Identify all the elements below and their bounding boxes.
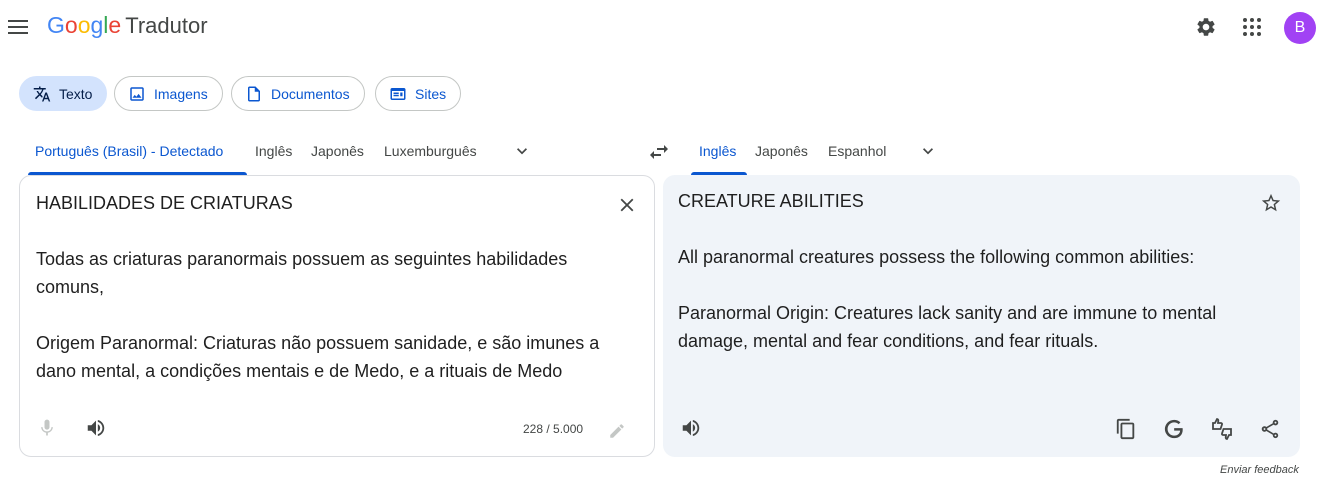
target-lang-tab[interactable]: Espanhol	[828, 143, 886, 159]
speaker-icon	[87, 419, 105, 437]
google-search-button[interactable]	[1161, 416, 1187, 442]
mode-images-label: Imagens	[154, 85, 208, 102]
apps-grid-icon	[1243, 18, 1261, 36]
thumbs-up-down-icon	[1212, 418, 1232, 440]
menu-icon-bar	[8, 32, 28, 34]
share-icon	[1261, 419, 1279, 439]
settings-button[interactable]	[1193, 14, 1219, 40]
mode-text-label: Texto	[59, 85, 93, 102]
listen-translation-button[interactable]	[678, 415, 704, 441]
mode-documents-button[interactable]: Documentos	[231, 76, 365, 111]
microphone-icon	[41, 419, 53, 436]
target-lang-tab[interactable]: Japonês	[755, 143, 808, 159]
translation-panel: CREATURE ABILITIES All paranormal creatu…	[663, 175, 1300, 457]
mode-sites-button[interactable]: Sites	[375, 76, 462, 111]
account-avatar[interactable]: B	[1284, 12, 1316, 44]
copy-icon	[1116, 418, 1135, 440]
mode-documents-label: Documentos	[271, 85, 350, 102]
website-icon	[390, 87, 406, 100]
google-wordmark: Google	[47, 12, 121, 39]
chevron-down-icon[interactable]	[512, 141, 532, 161]
target-lang-tab-selected[interactable]: Inglês	[699, 143, 736, 159]
document-icon	[248, 86, 260, 101]
source-lang-tab[interactable]: Luxemburguês	[384, 143, 477, 159]
share-translation-button[interactable]	[1257, 416, 1283, 442]
star-icon	[1261, 193, 1281, 212]
source-text-input[interactable]: HABILIDADES DE CRIATURAS Todas as criatu…	[36, 189, 606, 385]
logo-letter: o	[64, 12, 78, 38]
source-lang-tab[interactable]: Inglês	[255, 143, 292, 159]
logo-letter: e	[108, 12, 122, 38]
voice-input-button[interactable]	[34, 415, 60, 441]
source-text-panel: HABILIDADES DE CRIATURAS Todas as criatu…	[19, 175, 655, 457]
listen-source-button[interactable]	[83, 415, 109, 441]
apps-button[interactable]	[1239, 14, 1265, 40]
main-menu-button[interactable]	[8, 16, 30, 38]
send-feedback-link[interactable]: Enviar feedback	[1220, 464, 1299, 476]
copy-translation-button[interactable]	[1113, 416, 1139, 442]
source-lang-detected-tab[interactable]: Português (Brasil) - Detectado	[35, 143, 223, 159]
logo-letter: G	[47, 12, 65, 38]
clear-text-button[interactable]	[614, 192, 640, 218]
rate-translation-button[interactable]	[1209, 416, 1235, 442]
mode-text-button[interactable]: Texto	[19, 76, 108, 111]
mode-images-button[interactable]: Imagens	[114, 76, 223, 111]
source-lang-tab[interactable]: Japonês	[311, 143, 364, 159]
swap-languages-icon[interactable]	[646, 140, 672, 164]
logo-letter: o	[77, 12, 91, 38]
google-translate-logo[interactable]: Google Tradutor	[47, 12, 208, 39]
speaker-icon	[682, 419, 700, 437]
translation-text: CREATURE ABILITIES All paranormal creatu…	[678, 191, 1217, 351]
save-translation-button[interactable]	[1258, 190, 1284, 216]
app-name: Tradutor	[125, 13, 208, 38]
google-g-icon	[1164, 419, 1183, 439]
menu-icon-bar	[8, 20, 28, 22]
menu-icon-bar	[8, 26, 28, 28]
translate-icon	[33, 86, 51, 101]
logo-letter: g	[90, 12, 104, 38]
gear-icon	[1197, 18, 1215, 36]
character-count: 228 / 5.000	[523, 422, 584, 436]
chevron-down-icon[interactable]	[918, 141, 938, 161]
pencil-icon	[610, 424, 624, 438]
image-icon	[130, 86, 144, 101]
edit-button[interactable]	[604, 418, 630, 444]
mode-sites-label: Sites	[415, 85, 447, 102]
close-icon	[620, 198, 634, 212]
